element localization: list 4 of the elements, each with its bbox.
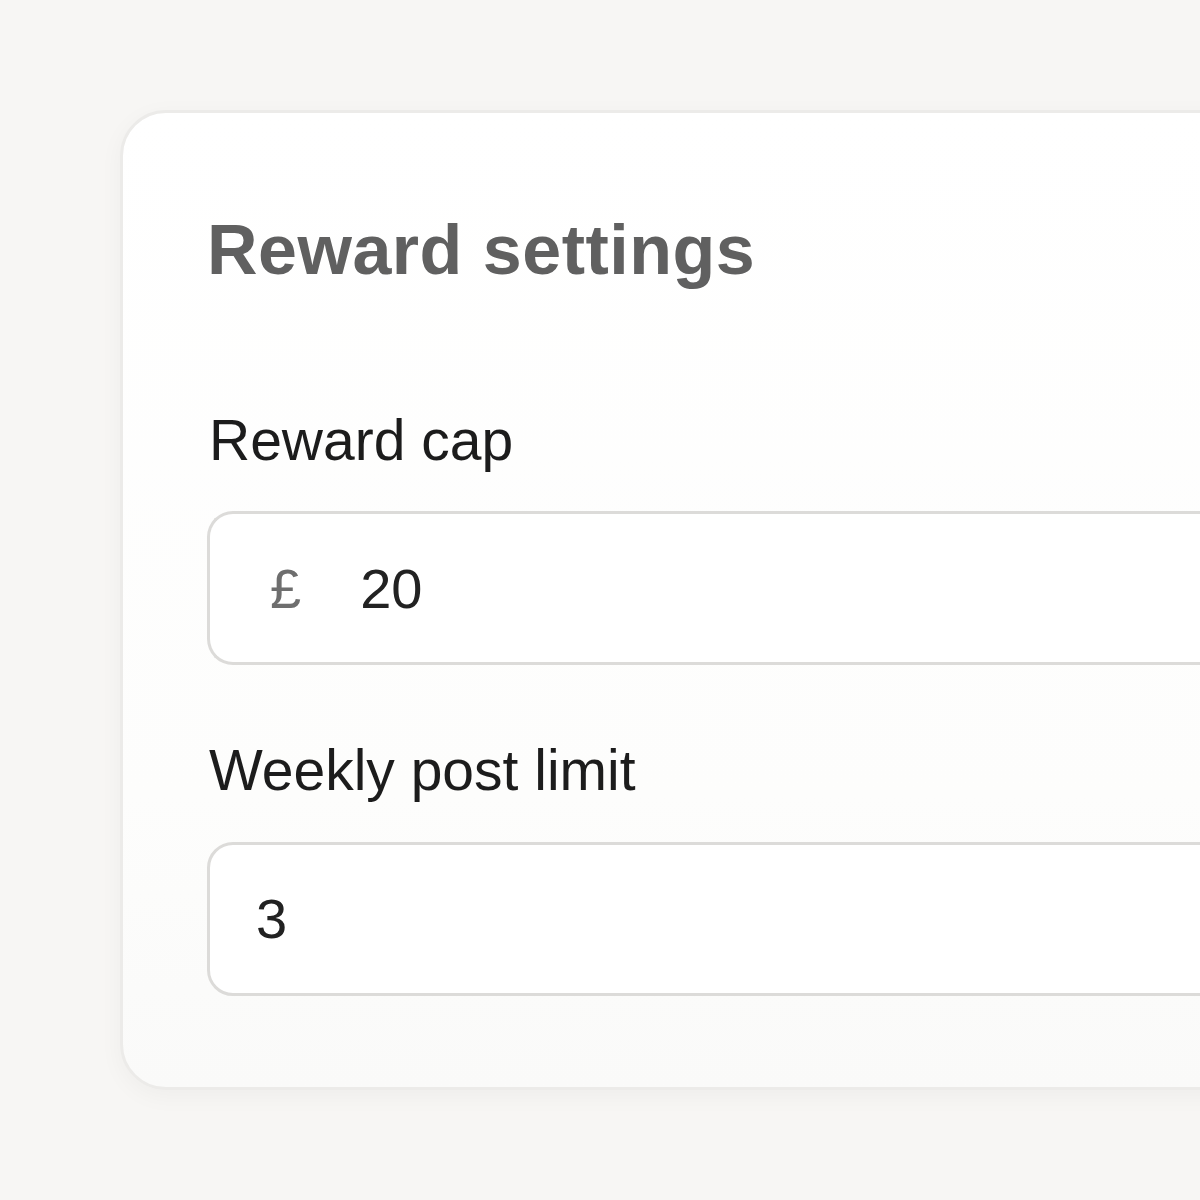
field-label: Weekly post limit <box>209 737 636 805</box>
number-field[interactable]: 3 <box>207 841 1200 996</box>
card-title: Reward settings <box>207 210 756 291</box>
field-label: Reward cap <box>209 407 514 474</box>
